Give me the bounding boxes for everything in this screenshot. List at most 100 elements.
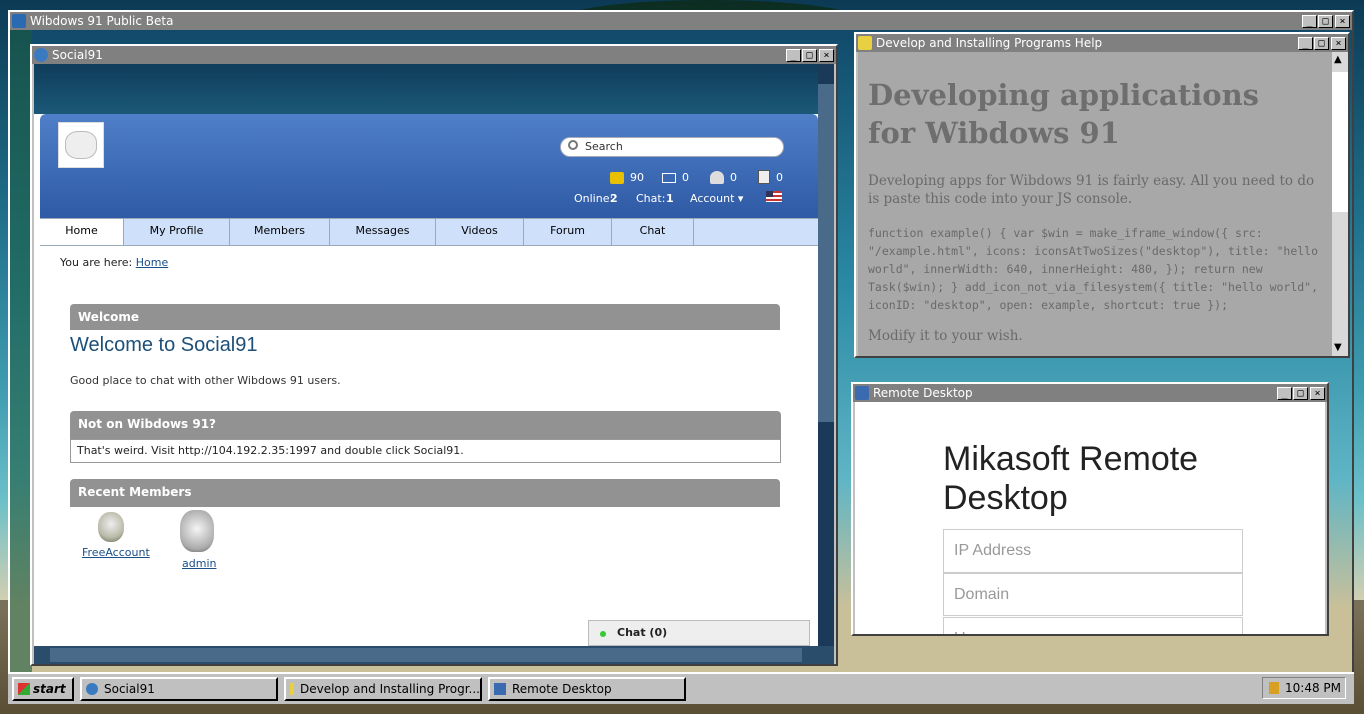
nav-messages[interactable]: Messages — [330, 219, 436, 245]
vertical-scrollbar[interactable] — [818, 64, 834, 646]
remote-desktop-content: Mikasoft Remote Desktop IP Address Domai… — [855, 402, 1325, 634]
breadcrumb-home-link[interactable]: Home — [136, 256, 168, 269]
remote-desktop-icon — [494, 683, 506, 695]
maximize-button[interactable]: □ — [1318, 14, 1333, 28]
member-link[interactable]: FreeAccount — [82, 546, 150, 559]
taskbar-item-label: Develop and Installing Progr... — [299, 682, 480, 696]
domain-input[interactable]: Domain — [943, 573, 1243, 616]
site-logo[interactable] — [58, 122, 104, 168]
minimize-button[interactable]: _ — [1298, 36, 1313, 50]
members-section-header: Recent Members — [70, 479, 780, 507]
site-header: Search 90 0 0 0 Online: 2 Chat: 1 Accoun… — [40, 114, 818, 218]
help-titlebar[interactable]: Develop and Installing Programs Help _ □… — [856, 34, 1348, 52]
start-label: start — [33, 682, 66, 696]
globe-icon — [86, 683, 98, 695]
close-button[interactable]: × — [1335, 14, 1350, 28]
online-count[interactable]: 2 — [610, 192, 618, 205]
breadcrumb: You are here: Home — [60, 256, 168, 269]
scrollbar-thumb[interactable] — [818, 84, 834, 422]
social91-page: Search 90 0 0 0 Online: 2 Chat: 1 Accoun… — [34, 64, 818, 646]
horizontal-scrollbar[interactable] — [34, 646, 834, 664]
notice-text: That's weird. Visit http://104.192.2.35:… — [70, 439, 781, 463]
social91-window: Social91 _ □ × Search 90 0 0 0 Online: 2… — [30, 44, 838, 666]
help-scrollbar[interactable]: ▲ ▼ — [1332, 52, 1348, 356]
remote-desktop-icon — [855, 386, 869, 400]
tray-icon[interactable] — [1269, 682, 1279, 694]
scroll-up-icon[interactable]: ▲ — [1334, 54, 1342, 65]
page-top-banner — [34, 64, 818, 114]
help-content: Developing applications for Wibdows 91 D… — [858, 52, 1332, 356]
nav-my-profile[interactable]: My Profile — [124, 219, 230, 245]
nav-forum[interactable]: Forum — [524, 219, 612, 245]
minimize-button[interactable]: _ — [1302, 14, 1317, 28]
help-icon — [290, 683, 294, 695]
app-icon — [12, 14, 26, 28]
welcome-title: Welcome to Social91 — [70, 334, 258, 356]
member-avatar[interactable] — [98, 512, 124, 542]
notes-count: 0 — [776, 171, 783, 184]
scrollbar-thumb[interactable] — [1332, 72, 1348, 212]
mail-icon[interactable] — [662, 173, 676, 183]
close-button[interactable]: × — [1331, 36, 1346, 50]
minimize-button[interactable]: _ — [786, 48, 801, 62]
help-outro: Modify it to your wish. — [868, 328, 1023, 344]
help-code: function example() { var $win = make_ifr… — [868, 226, 1319, 312]
chat-count[interactable]: 1 — [666, 192, 674, 205]
notes-icon[interactable] — [758, 170, 770, 184]
breadcrumb-prefix: You are here: — [60, 256, 133, 269]
flag-icon[interactable] — [766, 191, 782, 202]
ip-address-input[interactable]: IP Address — [943, 529, 1243, 573]
help-icon — [858, 36, 872, 50]
nav-home[interactable]: Home — [40, 219, 124, 245]
start-button[interactable]: start — [12, 677, 74, 701]
online-dot-icon — [600, 631, 606, 637]
account-menu[interactable]: Account ▾ — [690, 192, 743, 205]
taskbar-item-label: Remote Desktop — [512, 682, 612, 696]
scroll-down-icon[interactable]: ▼ — [1334, 342, 1342, 353]
system-tray: 10:48 PM — [1262, 677, 1346, 699]
help-heading: Developing applications for Wibdows 91 — [868, 78, 1260, 150]
clock[interactable]: 10:48 PM — [1285, 677, 1341, 699]
nav-chat[interactable]: Chat — [612, 219, 694, 245]
username-input[interactable]: U — [943, 617, 1243, 634]
search-input[interactable]: Search — [560, 137, 784, 157]
mail-count: 0 — [682, 171, 689, 184]
taskbar-item-social91[interactable]: Social91 — [80, 677, 278, 701]
windows-logo-icon — [18, 683, 30, 695]
taskbar-item-remote-desktop[interactable]: Remote Desktop — [488, 677, 686, 701]
credits-count: 90 — [630, 171, 644, 184]
main-window-title: Wibdows 91 Public Beta — [30, 14, 174, 28]
maximize-button[interactable]: □ — [1314, 36, 1329, 50]
nav-videos[interactable]: Videos — [436, 219, 524, 245]
friends-icon[interactable] — [710, 171, 724, 184]
remote-desktop-title: Remote Desktop — [873, 386, 973, 400]
member-link[interactable]: admin — [182, 557, 216, 570]
help-intro: Developing apps for Wibdows 91 is fairly… — [868, 173, 1315, 207]
globe-icon — [34, 48, 48, 62]
taskbar: start Social91 Develop and Installing Pr… — [8, 672, 1354, 704]
maximize-button[interactable]: □ — [802, 48, 817, 62]
remote-desktop-titlebar[interactable]: Remote Desktop _ □ × — [853, 384, 1327, 402]
taskbar-item-help[interactable]: Develop and Installing Progr... — [284, 677, 482, 701]
social91-title: Social91 — [52, 48, 103, 62]
close-button[interactable]: × — [1310, 386, 1325, 400]
social91-titlebar[interactable]: Social91 _ □ × — [32, 46, 836, 64]
taskbar-item-label: Social91 — [104, 682, 155, 696]
help-window: Develop and Installing Programs Help _ □… — [854, 32, 1350, 358]
friends-count: 0 — [730, 171, 737, 184]
close-button[interactable]: × — [819, 48, 834, 62]
scrollbar-thumb[interactable] — [50, 648, 802, 662]
main-nav: Home My Profile Members Messages Videos … — [40, 218, 818, 246]
maximize-button[interactable]: □ — [1293, 386, 1308, 400]
member-avatar[interactable] — [180, 510, 214, 552]
coins-icon[interactable] — [610, 172, 624, 184]
chat-bar[interactable]: Chat (0) — [588, 620, 810, 646]
remote-desktop-window: Remote Desktop _ □ × Mikasoft Remote Des… — [851, 382, 1329, 636]
welcome-section-header: Welcome — [70, 304, 780, 330]
welcome-text: Good place to chat with other Wibdows 91… — [70, 374, 341, 387]
online-label: Online: — [574, 192, 614, 205]
minimize-button[interactable]: _ — [1277, 386, 1292, 400]
remote-desktop-heading: Mikasoft Remote Desktop — [943, 440, 1199, 517]
main-window-titlebar[interactable]: Wibdows 91 Public Beta _ □ × — [10, 12, 1352, 30]
nav-members[interactable]: Members — [230, 219, 330, 245]
